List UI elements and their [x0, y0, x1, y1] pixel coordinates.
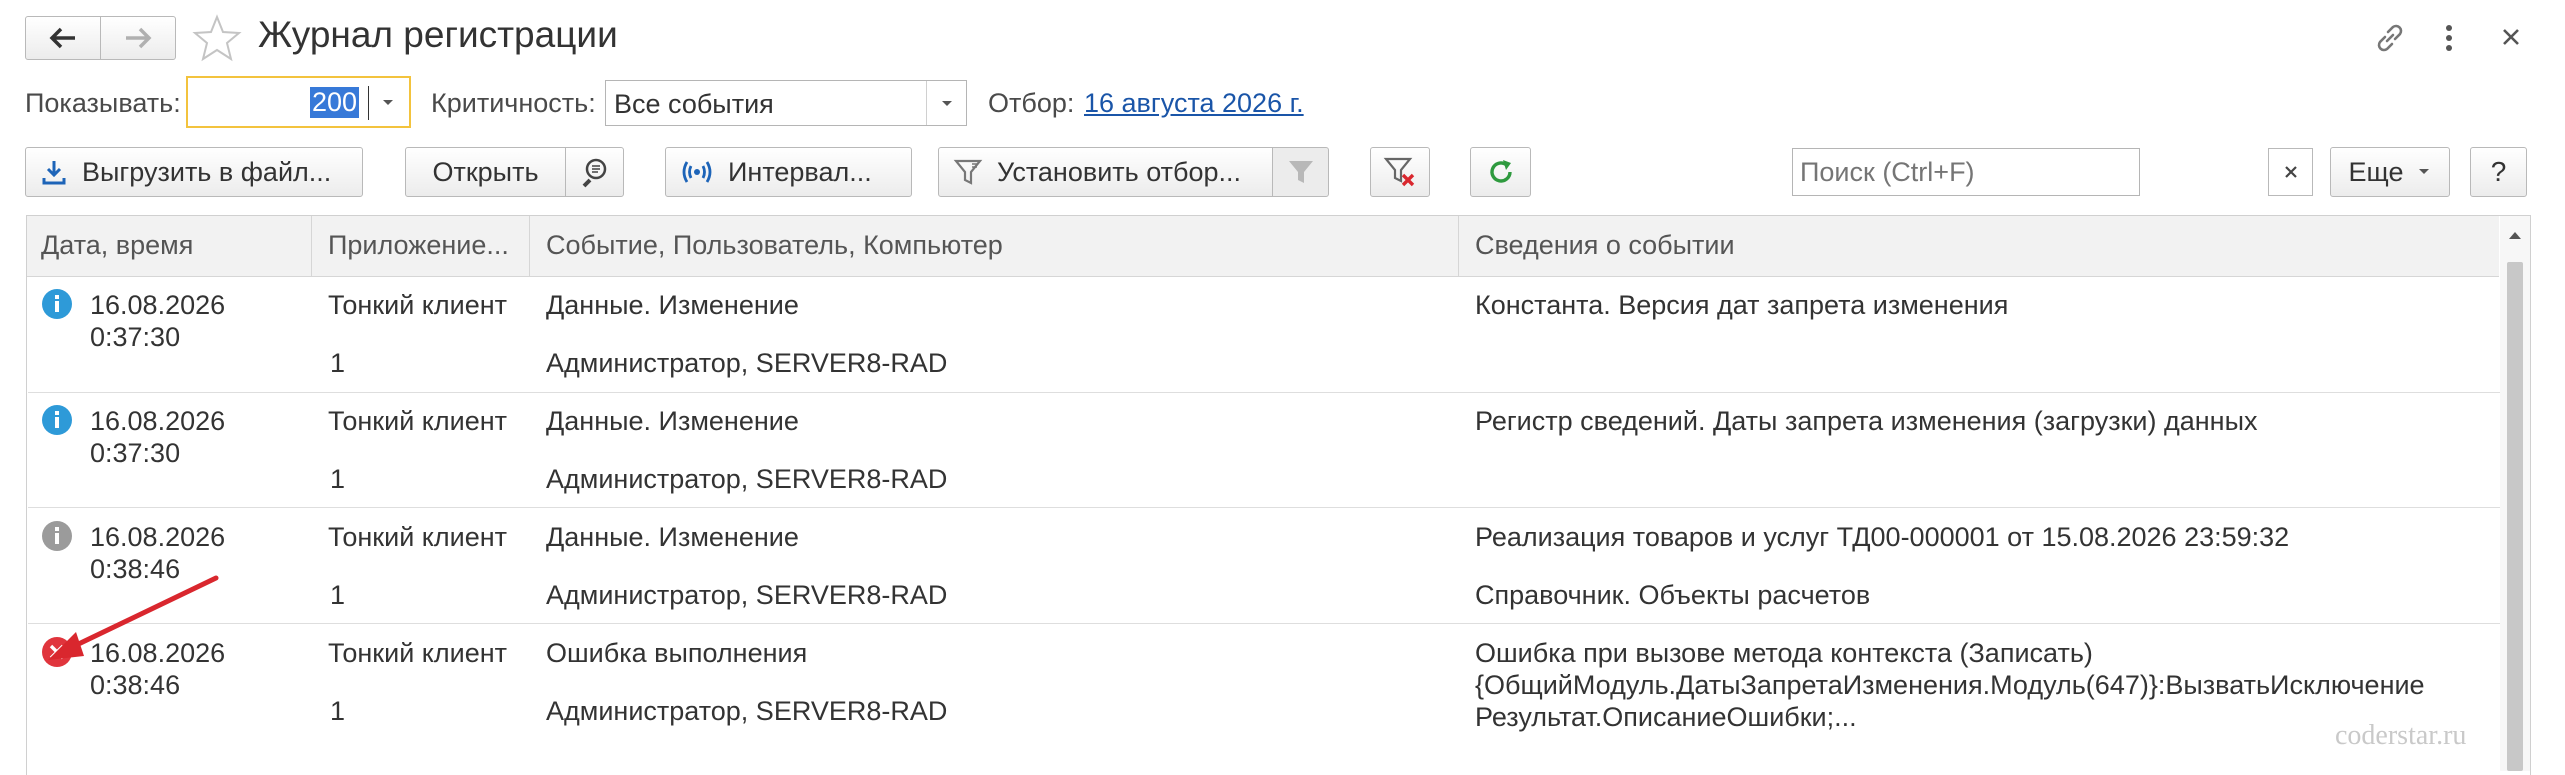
row-3-session: 1 — [330, 580, 346, 610]
filter-remove-icon — [1383, 157, 1415, 187]
download-icon — [42, 161, 66, 185]
row-3-app: Тонкий клиент — [328, 522, 508, 552]
dropdown-arrow-icon[interactable] — [380, 96, 396, 110]
row-4-details-1: Ошибка при вызове метода контекста (Запи… — [1475, 638, 2093, 668]
column-header-event[interactable]: Событие, Пользователь, Компьютер — [546, 230, 1003, 261]
row-4-details-3: Результат.ОписаниеОшибки;... — [1475, 702, 1857, 732]
interval-button[interactable]: Интервал... — [665, 147, 912, 197]
info-icon — [42, 289, 72, 319]
show-count-field[interactable]: 200 — [186, 76, 411, 128]
row-1-details: Константа. Версия дат запрета изменения — [1475, 290, 2009, 320]
search-clear-button[interactable] — [2268, 148, 2313, 196]
row-2-event: Данные. Изменение — [546, 406, 799, 436]
severity-value: Все события — [614, 89, 774, 119]
interval-icon — [682, 161, 712, 183]
selection-date-link[interactable]: 16 августа 2026 г. — [1084, 88, 1304, 119]
find-in-list-button[interactable] — [565, 147, 624, 197]
row-1-user: Администратор, SERVER8-RAD — [546, 348, 948, 378]
filter-list-icon — [953, 159, 983, 185]
link-icon[interactable] — [2372, 20, 2408, 56]
row-2-session: 1 — [330, 464, 346, 494]
watermark-text: coderstar.ru — [2335, 720, 2467, 751]
clear-filter-button[interactable] — [1370, 147, 1430, 197]
row-4-details-2: {ОбщийМодуль.ДатыЗапретаИзменения.Модуль… — [1475, 670, 2425, 700]
back-button[interactable] — [25, 16, 101, 60]
row-3-details-1: Реализация товаров и услуг ТД00-000001 о… — [1475, 522, 2290, 552]
search-field[interactable] — [1792, 148, 2140, 196]
row-4-event: Ошибка выполнения — [546, 638, 808, 668]
help-button[interactable]: ? — [2470, 147, 2527, 197]
annotation-arrow-icon — [48, 575, 219, 660]
export-to-file-label: Выгрузить в файл... — [82, 156, 332, 187]
severity-label: Критичность: — [431, 88, 596, 118]
row-4-user: Администратор, SERVER8-RAD — [546, 696, 948, 726]
row-1-app: Тонкий клиент — [328, 290, 508, 320]
more-label: Еще — [2348, 156, 2404, 187]
row-1-session: 1 — [330, 348, 346, 378]
severity-select[interactable]: Все события — [605, 80, 967, 126]
scroll-up-icon[interactable] — [2506, 228, 2524, 242]
open-label: Открыть — [432, 156, 539, 187]
dropdown-arrow-icon[interactable] — [939, 97, 955, 111]
row-3-event: Данные. Изменение — [546, 522, 799, 552]
column-header-application[interactable]: Приложение... — [328, 230, 509, 261]
show-count-value: 200 — [309, 87, 359, 118]
row-2-details: Регистр сведений. Даты запрета изменения… — [1475, 406, 2258, 436]
row-2-time: 0:37:30 — [90, 438, 181, 468]
row-3-user: Администратор, SERVER8-RAD — [546, 580, 948, 610]
row-4-session: 1 — [330, 696, 346, 726]
row-3-details-2: Справочник. Объекты расчетов — [1475, 580, 1871, 610]
show-label: Показывать: — [25, 88, 181, 118]
filter-icon — [1288, 161, 1313, 183]
clear-icon — [2284, 166, 2297, 178]
interval-label: Интервал... — [728, 156, 872, 187]
set-filter-button[interactable]: Установить отбор... — [938, 147, 1273, 197]
row-2-app: Тонкий клиент — [328, 406, 508, 436]
row-3-date: 16.08.2026 — [90, 522, 226, 552]
column-header-details[interactable]: Сведения о событии — [1475, 230, 1735, 261]
open-button[interactable]: Открыть — [405, 147, 566, 197]
magnifier-list-icon — [582, 158, 606, 188]
row-2-date: 16.08.2026 — [90, 406, 226, 436]
row-4-app: Тонкий клиент — [328, 638, 508, 668]
forward-button[interactable] — [100, 16, 176, 60]
note-icon — [42, 521, 72, 551]
star-icon[interactable] — [192, 14, 242, 62]
info-icon — [42, 405, 72, 435]
dropdown-arrow-icon — [2419, 169, 2430, 174]
more-vertical-icon[interactable] — [2436, 20, 2462, 56]
arrow-left-icon — [49, 27, 75, 49]
refresh-button[interactable] — [1470, 147, 1531, 197]
apply-filter-button[interactable] — [1272, 147, 1329, 197]
set-filter-label: Установить отбор... — [997, 156, 1242, 187]
search-input[interactable] — [1793, 149, 2083, 195]
export-to-file-button[interactable]: Выгрузить в файл... — [25, 147, 363, 197]
more-button[interactable]: Еще — [2330, 147, 2450, 197]
refresh-icon — [1489, 160, 1512, 183]
scrollbar-thumb[interactable] — [2507, 262, 2523, 771]
help-label: ? — [2490, 156, 2507, 187]
selection-label: Отбор: — [988, 88, 1075, 118]
row-4-time: 0:38:46 — [90, 670, 181, 700]
row-1-event: Данные. Изменение — [546, 290, 799, 320]
arrow-right-icon — [126, 27, 152, 49]
page-title: Журнал регистрации — [258, 14, 618, 55]
row-1-time: 0:37:30 — [90, 322, 181, 352]
close-icon[interactable] — [2496, 22, 2526, 52]
row-2-user: Администратор, SERVER8-RAD — [546, 464, 948, 494]
row-1-date: 16.08.2026 — [90, 290, 226, 320]
column-header-datetime[interactable]: Дата, время — [41, 230, 193, 261]
